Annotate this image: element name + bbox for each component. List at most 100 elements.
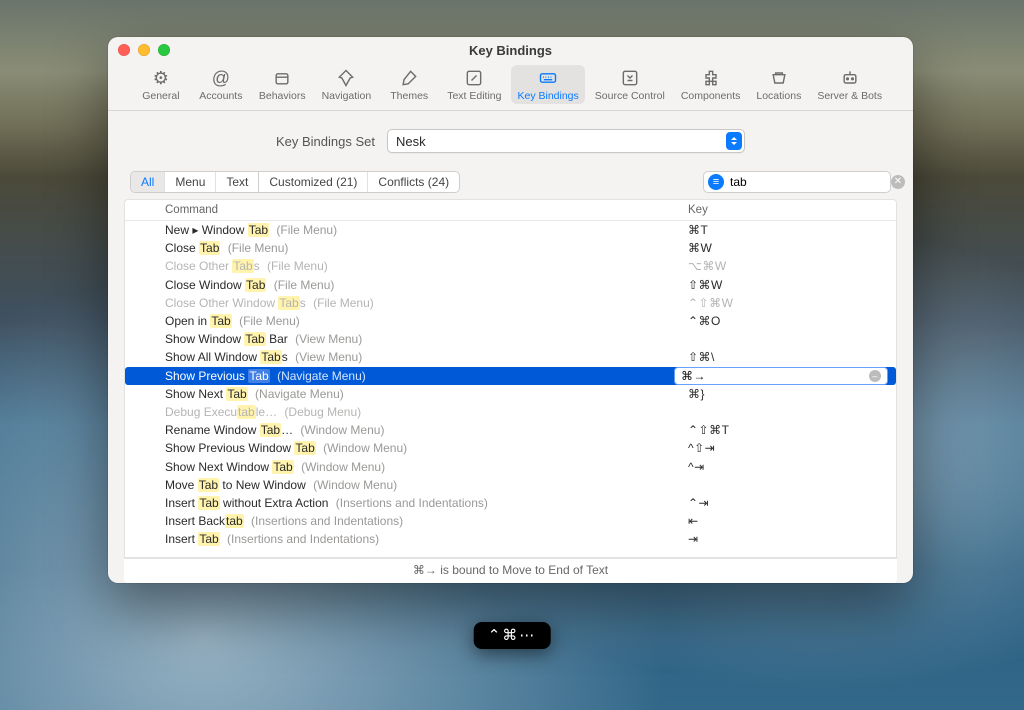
key-cell[interactable]: ⇧⌘W <box>688 278 888 292</box>
close-window-button[interactable] <box>118 44 130 56</box>
bindings-table: Command Key New ▸ Window Tab (File Menu)… <box>124 199 897 558</box>
command-cell: Close Other Window Tabs (File Menu) <box>165 296 688 310</box>
command-cell: Show Previous Window Tab (Window Menu) <box>165 441 688 455</box>
scope-text[interactable]: Text <box>215 172 258 192</box>
table-row[interactable]: Close Window Tab (File Menu)⇧⌘W <box>125 276 896 294</box>
key-cell[interactable]: ⌘T <box>688 223 888 237</box>
key-cell[interactable]: ⌃⇥ <box>688 496 888 510</box>
table-header: Command Key <box>125 200 896 221</box>
search-scope-icon[interactable]: ≡ <box>708 174 724 190</box>
table-row[interactable]: Debug Executable… (Debug Menu) <box>125 403 896 421</box>
table-row[interactable]: Close Other Tabs (File Menu)⌥⌘W <box>125 257 896 275</box>
key-cell[interactable]: ^⇥ <box>688 460 888 474</box>
table-row[interactable]: Insert Tab (Insertions and Indentations)… <box>125 530 896 548</box>
command-cell: Show Window Tab Bar (View Menu) <box>165 332 688 346</box>
key-cell[interactable]: ⇧⌘\ <box>688 350 888 364</box>
table-row[interactable]: Show Window Tab Bar (View Menu) <box>125 330 896 348</box>
table-row[interactable]: Insert Tab without Extra Action (Inserti… <box>125 494 896 512</box>
table-row[interactable]: Close Other Window Tabs (File Menu)⌃⇧⌘W <box>125 294 896 312</box>
table-row[interactable]: New ▸ Window Tab (File Menu)⌘T <box>125 221 896 239</box>
tab-navigation[interactable]: Navigation <box>316 65 378 104</box>
table-row[interactable]: Open in Tab (File Menu)⌃⌘O <box>125 312 896 330</box>
key-bindings-set-label: Key Bindings Set <box>276 134 375 149</box>
command-cell: Show Previous Tab (Navigate Menu) <box>165 369 674 383</box>
tab-themes[interactable]: Themes <box>381 65 437 104</box>
scope-menu[interactable]: Menu <box>164 172 215 192</box>
table-row[interactable]: Show Next Window Tab (Window Menu)^⇥ <box>125 457 896 475</box>
key-cell[interactable]: ⌥⌘W <box>688 259 888 273</box>
keyboard-icon <box>538 68 558 88</box>
tab-text-editing-label: Text Editing <box>447 90 501 102</box>
tab-components-label: Components <box>681 90 741 102</box>
column-command[interactable]: Command <box>165 204 688 216</box>
pencil-square-icon <box>464 68 484 88</box>
table-row[interactable]: Close Tab (File Menu)⌘W <box>125 239 896 257</box>
preferences-window: Key Bindings ⚙︎ General @ Accounts Behav… <box>108 37 913 583</box>
table-row[interactable]: Show Previous Tab (Navigate Menu)⌘→– <box>125 367 896 385</box>
key-cell[interactable]: ⌘} <box>688 387 888 401</box>
zoom-window-button[interactable] <box>158 44 170 56</box>
key-cell[interactable]: ⇥ <box>688 532 888 546</box>
window-titlebar: Key Bindings <box>108 37 913 63</box>
command-cell: Show All Window Tabs (View Menu) <box>165 350 688 364</box>
key-bindings-set-value: Nesk <box>396 134 426 149</box>
table-body[interactable]: New ▸ Window Tab (File Menu)⌘TClose Tab … <box>125 221 896 556</box>
tab-server-bots-label: Server & Bots <box>817 90 882 102</box>
tab-locations-label: Locations <box>756 90 801 102</box>
minimize-window-button[interactable] <box>138 44 150 56</box>
search-input[interactable] <box>724 175 891 189</box>
command-cell: Open in Tab (File Menu) <box>165 314 688 328</box>
key-cell[interactable]: ⌘→– <box>674 367 888 385</box>
key-bindings-set-popup[interactable]: Nesk <box>387 129 745 153</box>
shortcut-hud: ⌃⌘⋯ <box>474 622 551 649</box>
tab-text-editing[interactable]: Text Editing <box>441 65 507 104</box>
column-key[interactable]: Key <box>688 204 888 216</box>
brush-icon <box>399 68 419 88</box>
tab-key-bindings-label: Key Bindings <box>517 90 578 102</box>
scope-customized[interactable]: Customized (21) <box>259 172 367 192</box>
filter-bar: All Menu Text Customized (21) Conflicts … <box>108 167 913 199</box>
tab-components[interactable]: Components <box>675 65 747 104</box>
tab-accounts[interactable]: @ Accounts <box>193 65 249 104</box>
window-title: Key Bindings <box>469 43 552 58</box>
command-cell: Debug Executable… (Debug Menu) <box>165 405 688 419</box>
scope-conflicts[interactable]: Conflicts (24) <box>367 172 459 192</box>
preferences-toolbar: ⚙︎ General @ Accounts Behaviors Navigati… <box>108 63 913 111</box>
command-cell: Show Next Tab (Navigate Menu) <box>165 387 688 401</box>
navigation-icon <box>336 68 356 88</box>
search-field-wrapper: ≡ ✕ <box>703 171 891 193</box>
at-icon: @ <box>211 68 231 88</box>
source-control-icon <box>620 68 640 88</box>
key-cell[interactable]: ⌘W <box>688 241 888 255</box>
desktop-wallpaper: Key Bindings ⚙︎ General @ Accounts Behav… <box>0 0 1024 710</box>
key-cell[interactable]: ⌃⇧⌘T <box>688 423 888 437</box>
table-row[interactable]: Show Next Tab (Navigate Menu)⌘} <box>125 385 896 403</box>
table-row[interactable]: Move Tab to New Window (Window Menu) <box>125 476 896 494</box>
table-row[interactable]: Show Previous Window Tab (Window Menu)^⇧… <box>125 439 896 457</box>
key-cell[interactable]: ⇤ <box>688 514 888 528</box>
command-cell: Show Next Window Tab (Window Menu) <box>165 460 688 474</box>
key-bindings-set-row: Key Bindings Set Nesk <box>108 111 913 167</box>
puzzle-icon <box>701 68 721 88</box>
locations-icon <box>769 68 789 88</box>
table-row[interactable]: Show All Window Tabs (View Menu)⇧⌘\ <box>125 348 896 366</box>
tab-key-bindings[interactable]: Key Bindings <box>511 65 584 104</box>
clear-search-icon[interactable]: ✕ <box>891 175 905 189</box>
tab-general[interactable]: ⚙︎ General <box>133 65 189 104</box>
key-cell[interactable]: ⌃⌘O <box>688 314 888 328</box>
key-cell[interactable]: ⌃⇧⌘W <box>688 296 888 310</box>
status-footer: ⌘→ is bound to Move to End of Text <box>124 558 897 583</box>
tab-server-bots[interactable]: Server & Bots <box>811 65 888 104</box>
table-row[interactable]: Rename Window Tab… (Window Menu)⌃⇧⌘T <box>125 421 896 439</box>
command-cell: Move Tab to New Window (Window Menu) <box>165 478 688 492</box>
tab-locations[interactable]: Locations <box>750 65 807 104</box>
command-cell: Insert Backtab (Insertions and Indentati… <box>165 514 688 528</box>
remove-binding-icon[interactable]: – <box>869 370 881 382</box>
tab-source-control[interactable]: Source Control <box>589 65 671 104</box>
scope-all[interactable]: All <box>131 172 164 192</box>
table-row[interactable]: Insert Backtab (Insertions and Indentati… <box>125 512 896 530</box>
window-traffic-lights <box>118 44 170 56</box>
tab-behaviors[interactable]: Behaviors <box>253 65 312 104</box>
command-cell: Close Tab (File Menu) <box>165 241 688 255</box>
key-cell[interactable]: ^⇧⇥ <box>688 441 888 455</box>
